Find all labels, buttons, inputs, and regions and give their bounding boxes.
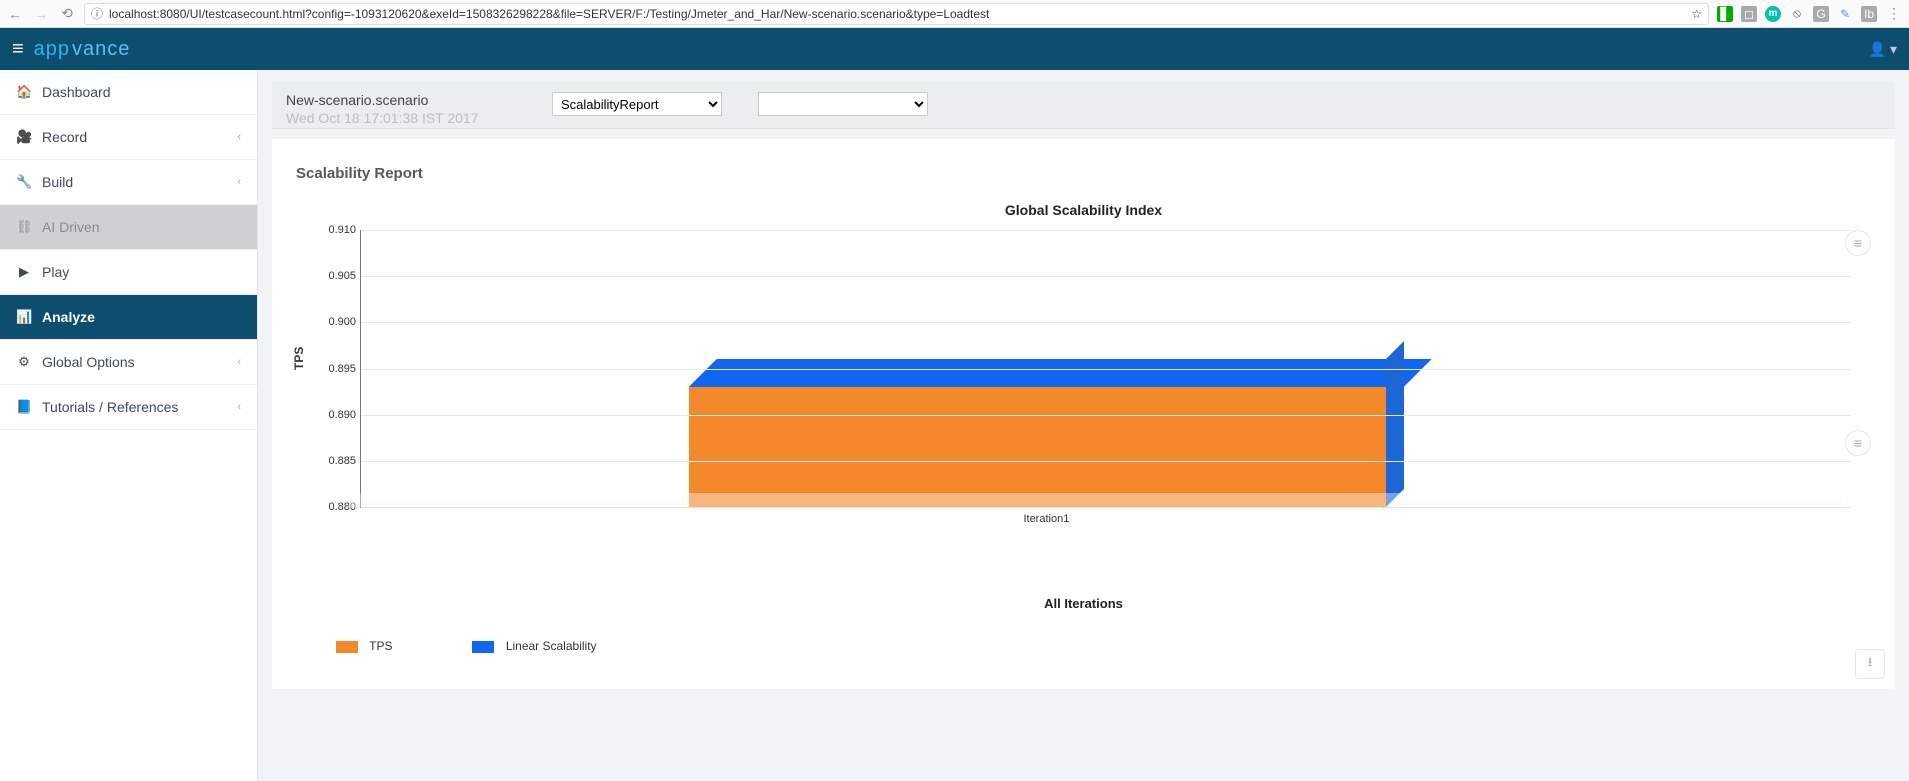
browser-chrome: ← → ⟲ ⓘ localhost:8080/UI/testcasecount.… — [0, 0, 1909, 28]
y-tick-label: 0.890 — [328, 409, 356, 421]
sidebar-item-play[interactable]: ▶ Play — [0, 250, 257, 295]
chart-handle-icon[interactable]: ≡ — [1845, 430, 1871, 456]
chevron-left-icon: ‹ — [237, 401, 241, 413]
y-tick-label: 0.895 — [328, 363, 356, 375]
y-tick-label: 0.885 — [328, 455, 356, 467]
brand-logo[interactable]: appvance — [34, 38, 131, 61]
report-panel: Scalability Report Global Scalability In… — [272, 139, 1895, 689]
sidebar-item-dashboard[interactable]: 🏠 Dashboard — [0, 70, 257, 115]
extension-icon[interactable]: ◻ — [1741, 6, 1757, 22]
sidebar-item-record[interactable]: 🎥 Record ‹ — [0, 115, 257, 160]
back-button[interactable]: ← — [6, 6, 24, 22]
gridline — [361, 507, 1851, 508]
scalability-chart: TPS 0.8800.8850.8900.8950.9000.9050.910 … — [296, 230, 1871, 550]
menu-toggle-icon[interactable]: ≡ — [12, 38, 24, 61]
sidebar-item-ai-driven: ⛓ AI Driven — [0, 205, 257, 250]
sidebar-item-label: Dashboard — [42, 84, 111, 100]
chart-plot-area: Iteration1 — [360, 230, 1851, 508]
x-tick-label: Iteration1 — [1023, 513, 1069, 525]
legend-swatch-icon — [336, 641, 358, 653]
content-area: New-scenario.scenario Wed Oct 18 17:01:3… — [258, 70, 1909, 781]
chrome-menu-icon[interactable]: ⋮ — [1885, 5, 1903, 22]
scenario-title: New-scenario.scenario — [286, 92, 516, 108]
sidebar-item-build[interactable]: 🔧 Build ‹ — [0, 160, 257, 205]
report-type-select[interactable]: ScalabilityReport — [552, 92, 722, 116]
extension-icon[interactable]: ▋ — [1717, 6, 1733, 22]
sidebar: 🏠 Dashboard 🎥 Record ‹ 🔧 Build ‹ ⛓ AI Dr… — [0, 70, 258, 781]
chart-title: Global Scalability Index — [296, 202, 1871, 218]
extension-icon[interactable]: G — [1813, 6, 1829, 22]
y-axis: 0.8800.8850.8900.8950.9000.9050.910 — [320, 230, 360, 508]
extension-icon[interactable]: m — [1765, 6, 1781, 22]
chart-bar — [689, 387, 1404, 507]
url-text: localhost:8080/UI/testcasecount.html?con… — [109, 7, 989, 21]
forward-button[interactable]: → — [32, 6, 50, 22]
legend-item: TPS — [336, 639, 392, 653]
bar-top-face — [689, 359, 1432, 387]
chart-handle-icon[interactable]: ≡ — [1845, 230, 1871, 256]
site-info-icon[interactable]: ⓘ — [91, 5, 103, 22]
play-icon: ▶ — [16, 264, 32, 280]
chart-legend: TPS Linear Scalability — [296, 639, 1871, 653]
legend-item: Linear Scalability — [472, 639, 596, 653]
y-tick-label: 0.905 — [328, 270, 356, 282]
address-bar[interactable]: ⓘ localhost:8080/UI/testcasecount.html?c… — [84, 3, 1709, 25]
sidebar-item-analyze[interactable]: 📊 Analyze — [0, 295, 257, 340]
legend-label: TPS — [369, 639, 392, 653]
sidebar-item-tutorials[interactable]: 📘 Tutorials / References ‹ — [0, 385, 257, 430]
bar-front-face — [689, 387, 1386, 507]
gridline — [361, 461, 1851, 462]
brand-word-b: vance — [72, 38, 130, 61]
bookmark-star-icon[interactable]: ☆ — [1691, 7, 1702, 21]
legend-label: Linear Scalability — [506, 639, 597, 653]
app-header: ≡ appvance 👤 ▾ — [0, 28, 1909, 70]
analyze-icon: 📊 — [16, 309, 32, 325]
sidebar-item-label: Tutorials / References — [42, 399, 178, 415]
sidebar-item-label: Analyze — [42, 309, 95, 325]
x-axis-label: All Iterations — [296, 596, 1871, 611]
sidebar-item-label: Global Options — [42, 354, 135, 370]
gridline — [361, 415, 1851, 416]
sidebar-item-label: AI Driven — [42, 219, 100, 235]
sidebar-item-label: Build — [42, 174, 73, 190]
chevron-left-icon: ‹ — [237, 176, 241, 188]
gridline — [361, 322, 1851, 323]
extension-icon[interactable]: ⦸ — [1789, 6, 1805, 22]
download-button[interactable]: ⭳ — [1855, 649, 1885, 679]
report-secondary-select[interactable] — [758, 92, 928, 116]
gridline — [361, 230, 1851, 231]
chevron-left-icon: ‹ — [237, 131, 241, 143]
gridline — [361, 276, 1851, 277]
build-icon: 🔧 — [16, 174, 32, 190]
tutorials-icon: 📘 — [16, 399, 32, 415]
extension-icon[interactable]: ✎ — [1837, 6, 1853, 22]
sidebar-item-label: Play — [42, 264, 69, 280]
y-tick-label: 0.910 — [328, 224, 356, 236]
scenario-timestamp: Wed Oct 18 17:01:38 IST 2017 — [286, 110, 516, 126]
chevron-left-icon: ‹ — [237, 356, 241, 368]
options-icon: ⚙ — [16, 354, 32, 370]
sidebar-item-global-options[interactable]: ⚙ Global Options ‹ — [0, 340, 257, 385]
report-toolbar: New-scenario.scenario Wed Oct 18 17:01:3… — [272, 82, 1895, 129]
y-axis-label: TPS — [292, 347, 306, 370]
report-title: Scalability Report — [296, 165, 1871, 182]
gridline — [361, 369, 1851, 370]
legend-swatch-icon — [472, 641, 494, 653]
sidebar-item-label: Record — [42, 129, 87, 145]
user-menu[interactable]: 👤 ▾ — [1869, 41, 1897, 58]
record-icon: 🎥 — [16, 129, 32, 145]
brand-word-a: app — [34, 38, 70, 61]
y-tick-label: 0.900 — [328, 316, 356, 328]
extension-icon[interactable]: Ib — [1861, 6, 1877, 22]
y-tick-label: 0.880 — [328, 501, 356, 513]
ai-icon: ⛓ — [16, 219, 32, 235]
reload-button[interactable]: ⟲ — [58, 5, 76, 22]
dashboard-icon: 🏠 — [16, 84, 32, 100]
bar-side-face — [1386, 341, 1404, 507]
